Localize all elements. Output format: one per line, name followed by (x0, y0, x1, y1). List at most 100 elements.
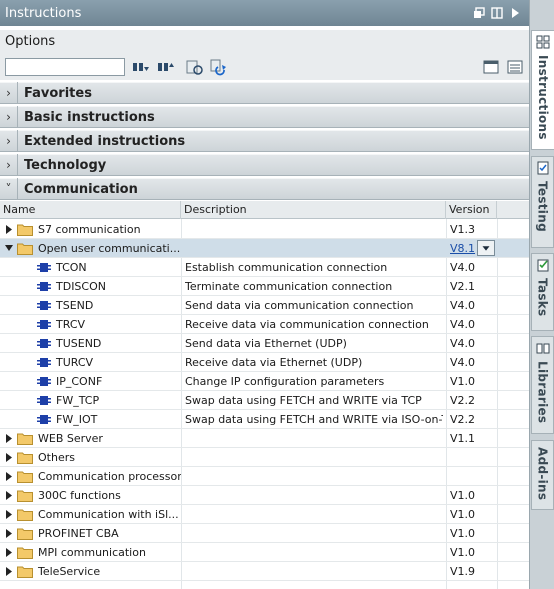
description-cell: Swap data using FETCH and WRITE via TCP (185, 394, 422, 407)
collapsed-triangle-icon[interactable] (5, 510, 13, 519)
description-cell (185, 239, 443, 258)
section-label: Extended instructions (24, 133, 186, 149)
row-name: TUSEND (56, 337, 102, 350)
instruction-row[interactable]: IP_CONF Change IP configuration parameter… (0, 372, 529, 391)
section-extended-instructions[interactable]: › Extended instructions (0, 130, 529, 152)
version-cell: V4.0 (450, 261, 476, 274)
expanded-triangle-icon[interactable] (5, 244, 13, 253)
folder-row[interactable]: Communication with iSl... V1.0 (0, 505, 529, 524)
tab-label: Instructions (536, 55, 550, 140)
column-header-description[interactable]: Description (181, 201, 446, 219)
instruction-row[interactable]: TUSEND Send data via Ethernet (UDP) V4.0 (0, 334, 529, 353)
folder-icon (17, 566, 33, 578)
tab-tasks[interactable]: Tasks (531, 253, 554, 331)
folder-icon (17, 433, 33, 445)
version-cell: V2.2 (450, 394, 476, 407)
chevron-right-icon: › (0, 130, 18, 152)
instruction-row[interactable]: TURCV Receive data via Ethernet (UDP) V4.0 (0, 353, 529, 372)
name-cell: 300C functions (0, 486, 181, 505)
folder-row[interactable]: Others (0, 448, 529, 467)
collapsed-triangle-icon[interactable] (5, 529, 13, 538)
instruction-row[interactable]: TRCV Receive data via communication conne… (0, 315, 529, 334)
function-block-icon (37, 282, 51, 291)
section-communication[interactable]: ˅ Communication (0, 178, 529, 200)
column-header-name[interactable]: Name (0, 201, 181, 219)
tab-libraries[interactable]: Libraries (531, 336, 554, 434)
description-cell: Receive data via Ethernet (UDP) (185, 356, 363, 369)
instruction-row[interactable]: TSEND Send data via communication connect… (0, 296, 529, 315)
folder-row[interactable]: S7 communication V1.3 (0, 220, 529, 239)
instruction-row[interactable]: TCON Establish communication connection V4… (0, 258, 529, 277)
row-name: PROFINET CBA (38, 527, 119, 540)
folder-icon (17, 509, 33, 521)
collapsed-triangle-icon[interactable] (5, 453, 13, 462)
split-view-icon[interactable] (491, 7, 503, 19)
folder-row[interactable]: Open user communicati... V8.1 (0, 239, 529, 258)
name-cell: WEB Server (0, 429, 181, 448)
folder-row[interactable]: WEB Server V1.1 (0, 429, 529, 448)
tab-testing[interactable]: Testing (531, 156, 554, 248)
function-block-icon (37, 377, 51, 386)
description-cell (185, 524, 443, 543)
row-name: Communication with iSl... (38, 508, 179, 521)
float-window-icon[interactable] (473, 7, 485, 19)
folder-icon (17, 490, 33, 502)
version-cell (450, 467, 496, 486)
row-name: TeleService (38, 565, 101, 578)
version-link[interactable]: V8.1 (450, 242, 475, 255)
options-bar: Options (0, 30, 529, 80)
name-cell: IP_CONF (0, 372, 181, 391)
description-cell: Terminate communication connection (185, 280, 393, 293)
description-cell: Receive data via communication connectio… (185, 318, 429, 331)
folder-row[interactable]: TeleService V1.9 (0, 562, 529, 581)
folder-row[interactable]: MPI communication V1.0 (0, 543, 529, 562)
layout-detail-icon[interactable] (505, 58, 525, 76)
tab-instructions[interactable]: Instructions (531, 30, 554, 150)
instruction-row[interactable]: FW_TCP Swap data using FETCH and WRITE vi… (0, 391, 529, 410)
layout-simple-icon[interactable] (481, 58, 501, 76)
column-header-version[interactable]: Version (446, 201, 497, 219)
folder-icon (17, 547, 33, 559)
folder-row[interactable]: PROFINET CBA V1.0 (0, 524, 529, 543)
row-name: TRCV (56, 318, 86, 331)
name-cell: Others (0, 448, 181, 467)
description-cell (185, 505, 443, 524)
function-block-icon (37, 358, 51, 367)
collapsed-triangle-icon[interactable] (5, 225, 13, 234)
instruction-row[interactable]: TDISCON Terminate communication connectio… (0, 277, 529, 296)
section-basic-instructions[interactable]: › Basic instructions (0, 106, 529, 128)
collapse-panel-icon[interactable] (509, 7, 521, 19)
section-label: Favorites (24, 85, 92, 101)
collapsed-triangle-icon[interactable] (5, 548, 13, 557)
row-name: TSEND (56, 299, 94, 312)
collapsed-triangle-icon[interactable] (5, 567, 13, 576)
chevron-right-icon: › (0, 82, 18, 104)
version-dropdown-icon[interactable] (477, 240, 495, 256)
search-up-icon[interactable] (156, 58, 176, 76)
description-cell (185, 429, 443, 448)
folder-row[interactable]: Communication processor (0, 467, 529, 486)
search-down-icon[interactable] (131, 58, 151, 76)
update-icon[interactable] (208, 58, 228, 76)
description-cell (185, 220, 443, 239)
collapsed-triangle-icon[interactable] (5, 434, 13, 443)
instruction-row[interactable]: FW_IOT Swap data using FETCH and WRITE vi… (0, 410, 529, 429)
search-input[interactable] (5, 58, 125, 76)
name-cell: Open user communicati... (0, 239, 181, 258)
function-block-icon (37, 263, 51, 272)
tab-add-ins[interactable]: Add-ins (531, 440, 554, 510)
row-name: Communication processor (38, 470, 181, 483)
folder-row[interactable]: 300C functions V1.0 (0, 486, 529, 505)
folder-icon (17, 452, 33, 464)
description-cell: Swap data using FETCH and WRITE via ISO-… (185, 413, 443, 426)
table-header: Name Description Version (0, 201, 529, 219)
version-check-icon[interactable] (184, 58, 204, 76)
collapsed-triangle-icon[interactable] (5, 491, 13, 500)
libraries-icon (536, 343, 549, 354)
name-cell: FW_TCP (0, 391, 181, 410)
collapsed-triangle-icon[interactable] (5, 472, 13, 481)
section-favorites[interactable]: › Favorites (0, 82, 529, 104)
name-cell: PROFINET CBA (0, 524, 181, 543)
instructions-panel: Instructions Options › Favorites › Basic… (0, 0, 554, 589)
section-technology[interactable]: › Technology (0, 154, 529, 176)
